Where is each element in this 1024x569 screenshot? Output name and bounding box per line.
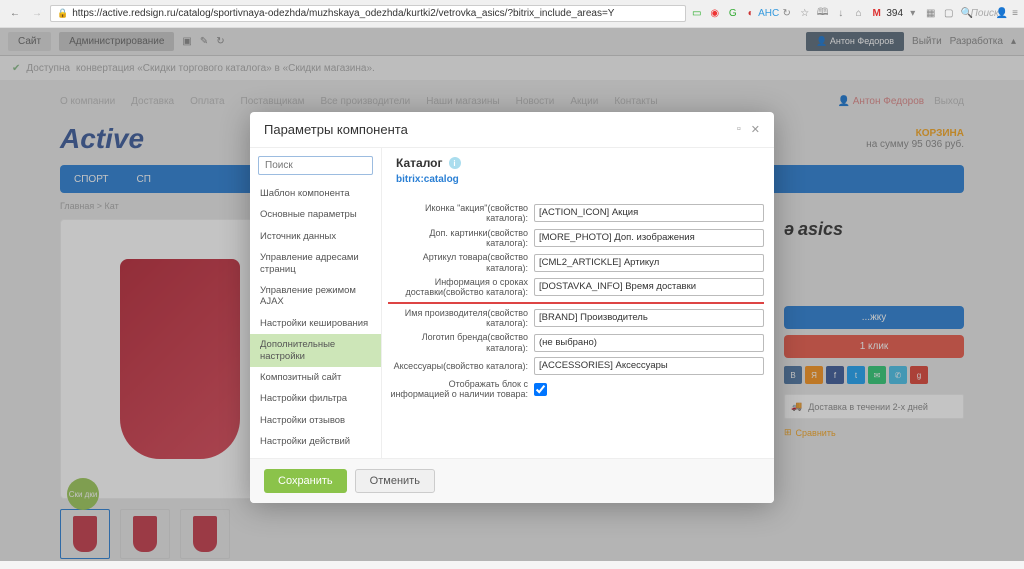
search-ph: Поиск: [978, 7, 992, 21]
modal-title: Параметры компонента: [264, 122, 408, 137]
sidebar-item[interactable]: Дополнительные настройки: [250, 334, 381, 367]
component-code: bitrix:catalog: [382, 174, 774, 193]
param-label: Логотип бренда(свойство каталога):: [388, 332, 528, 353]
param-select[interactable]: [ACTION_ICON] Акция: [534, 204, 764, 222]
param-label: Иконка "акция"(свойство каталога):: [388, 203, 528, 224]
app-icon[interactable]: ▦: [924, 7, 938, 21]
profile-icon[interactable]: 👤: [996, 8, 1008, 19]
mail-badge: 394: [888, 7, 902, 21]
component-params-modal: Параметры компонента ▫ ✕ Шаблон компонен…: [250, 112, 774, 503]
home-icon[interactable]: ⌂: [852, 7, 866, 21]
modal-header: Параметры компонента ▫ ✕: [250, 112, 774, 148]
param-row: Доп. картинки(свойство каталога): [MORE_P…: [388, 228, 764, 249]
sidebar-item[interactable]: Шаблон компонента: [250, 183, 381, 204]
sidebar-item[interactable]: Композитный сайт: [250, 367, 381, 388]
sidebar-item[interactable]: Настройки кеширования: [250, 313, 381, 334]
param-label: Доп. картинки(свойство каталога):: [388, 228, 528, 249]
param-label: Имя производителя(свойство каталога):: [388, 308, 528, 329]
params-list: Иконка "акция"(свойство каталога): [ACTIO…: [382, 193, 774, 458]
lock-icon: 🔒: [57, 8, 68, 19]
param-row: Артикул товара(свойство каталога): [CML2_…: [388, 252, 764, 273]
param-label: Отображать блок с информацией о наличии …: [388, 379, 528, 400]
modal-sidebar: Шаблон компонентаОсновные параметрыИсточ…: [250, 148, 382, 458]
param-select[interactable]: [ACCESSORIES] Аксессуары: [534, 357, 764, 375]
cancel-button[interactable]: Отменить: [355, 469, 435, 493]
param-row: Отображать блок с информацией о наличии …: [388, 379, 764, 400]
ext-icon[interactable]: ▭: [690, 7, 704, 21]
url-text: https://active.redsign.ru/catalog/sporti…: [72, 8, 614, 19]
save-button[interactable]: Сохранить: [264, 469, 347, 493]
sidebar-item[interactable]: Основные параметры: [250, 204, 381, 225]
sidebar-item[interactable]: Управление адресами страниц: [250, 247, 381, 280]
modal-expand-icon[interactable]: ▫: [737, 123, 741, 136]
param-row: Аксессуары(свойство каталога): [ACCESSORI…: [388, 357, 764, 375]
param-label: Информация о сроках доставки(свойство ка…: [388, 277, 528, 298]
forward-button[interactable]: →: [28, 5, 46, 23]
reload-icon[interactable]: ↻: [780, 7, 794, 21]
bookmark-icon[interactable]: 🕮: [816, 7, 830, 21]
app-icon[interactable]: ▢: [942, 7, 956, 21]
menu-icon[interactable]: ≡: [1012, 8, 1018, 19]
param-select[interactable]: (не выбрано): [534, 334, 764, 352]
sidebar-item[interactable]: Настройки отзывов: [250, 410, 381, 431]
param-select[interactable]: [MORE_PHOTO] Доп. изображения: [534, 229, 764, 247]
sidebar-item[interactable]: Управление режимом AJAX: [250, 280, 381, 313]
modal-overlay: Параметры компонента ▫ ✕ Шаблон компонен…: [0, 28, 1024, 561]
url-bar[interactable]: 🔒 https://active.redsign.ru/catalog/spor…: [50, 5, 686, 22]
sidebar-item[interactable]: Настройки действий: [250, 431, 381, 452]
param-checkbox[interactable]: [534, 383, 547, 396]
ext-icon[interactable]: ◉: [708, 7, 722, 21]
param-label: Аксессуары(свойство каталога):: [388, 361, 528, 371]
param-row: Логотип бренда(свойство каталога): (не вы…: [388, 332, 764, 353]
modal-close-icon[interactable]: ✕: [751, 123, 760, 136]
param-row: Иконка "акция"(свойство каталога): [ACTIO…: [388, 203, 764, 224]
param-select[interactable]: [BRAND] Производитель: [534, 309, 764, 327]
param-row: Имя производителя(свойство каталога): [BR…: [388, 308, 764, 329]
modal-footer: Сохранить Отменить: [250, 458, 774, 503]
back-button[interactable]: ←: [6, 5, 24, 23]
ext-icon[interactable]: ◐: [744, 7, 758, 21]
info-icon[interactable]: i: [449, 157, 461, 169]
param-select[interactable]: [DOSTAVKA_INFO] Время доставки: [534, 278, 764, 296]
extension-icons: ▭ ◉ G ◐ AHC ↻ ☆ 🕮 ↓ ⌂ M 394 ▾ ▦ ▢ 🔍 Поис…: [690, 7, 992, 21]
ext-icon[interactable]: AHC: [762, 7, 776, 21]
param-label: Артикул товара(свойство каталога):: [388, 252, 528, 273]
browser-toolbar: ← → 🔒 https://active.redsign.ru/catalog/…: [0, 0, 1024, 28]
sidebar-search-input[interactable]: [258, 156, 373, 175]
param-select[interactable]: [CML2_ARTICKLE] Артикул: [534, 254, 764, 272]
gmail-icon[interactable]: M: [870, 7, 884, 21]
star-icon[interactable]: ☆: [798, 7, 812, 21]
ext-icon[interactable]: G: [726, 7, 740, 21]
sidebar-item[interactable]: Настройки фильтра: [250, 388, 381, 409]
component-title: Каталог: [396, 156, 443, 170]
download-icon[interactable]: ↓: [834, 7, 848, 21]
param-row: Информация о сроках доставки(свойство ка…: [388, 277, 764, 304]
sidebar-item[interactable]: Источник данных: [250, 226, 381, 247]
